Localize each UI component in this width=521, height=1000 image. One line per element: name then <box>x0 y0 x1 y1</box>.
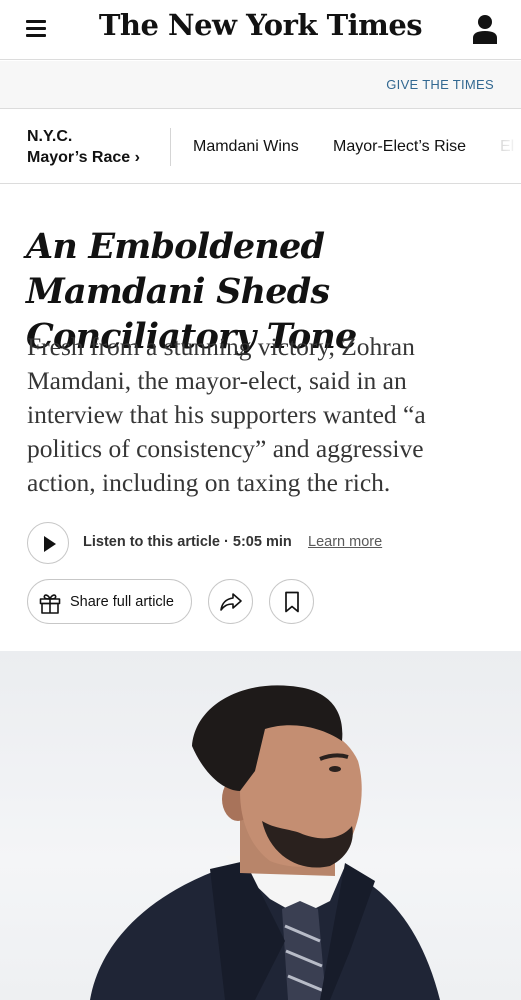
share-button[interactable] <box>208 579 253 624</box>
listen-text: Listen to this article <box>83 534 220 550</box>
nav-link-truncated[interactable]: El <box>500 138 514 156</box>
lead-photo-illustration <box>90 685 440 1000</box>
listen-separator: · <box>224 534 229 550</box>
lead-photo <box>0 651 521 1000</box>
bookmark-button[interactable] <box>269 579 314 624</box>
user-account-icon[interactable] <box>472 14 498 44</box>
listen-label: Listen to this article · 5:05 min <box>83 534 292 550</box>
learn-more-link[interactable]: Learn more <box>308 534 382 550</box>
audio-player: Listen to this article · 5:05 min Learn … <box>27 522 497 564</box>
section-label-line1: N.Y.C. <box>27 128 73 145</box>
share-label: Share full article <box>70 594 174 610</box>
gift-icon <box>39 594 61 614</box>
bookmark-icon <box>285 591 299 613</box>
nav-link-mamdani-wins[interactable]: Mamdani Wins <box>193 138 299 156</box>
promo-strip: GIVE THE TIMES <box>0 61 521 109</box>
nav-divider <box>170 128 171 166</box>
audio-duration: 5:05 min <box>232 534 292 550</box>
article-actions: Share full article <box>27 579 497 625</box>
top-bar: The New York Times <box>0 0 521 60</box>
nyt-logo[interactable]: The New York Times <box>0 8 521 42</box>
give-the-times-link[interactable]: GIVE THE TIMES <box>386 77 494 92</box>
share-full-article-button[interactable]: Share full article <box>27 579 192 624</box>
nav-link-mayor-elects-rise[interactable]: Mayor-Elect’s Rise <box>333 138 466 156</box>
article-summary: Fresh from a stunning victory, Zohran Ma… <box>27 332 426 497</box>
section-label-mayors-race[interactable]: N.Y.C. Mayor’s Race › <box>27 126 140 168</box>
section-label-line2: Mayor’s Race › <box>27 149 140 166</box>
section-nav: N.Y.C. Mayor’s Race › Mamdani Wins Mayor… <box>0 110 521 184</box>
share-arrow-icon <box>220 593 242 611</box>
play-icon[interactable] <box>27 522 69 564</box>
